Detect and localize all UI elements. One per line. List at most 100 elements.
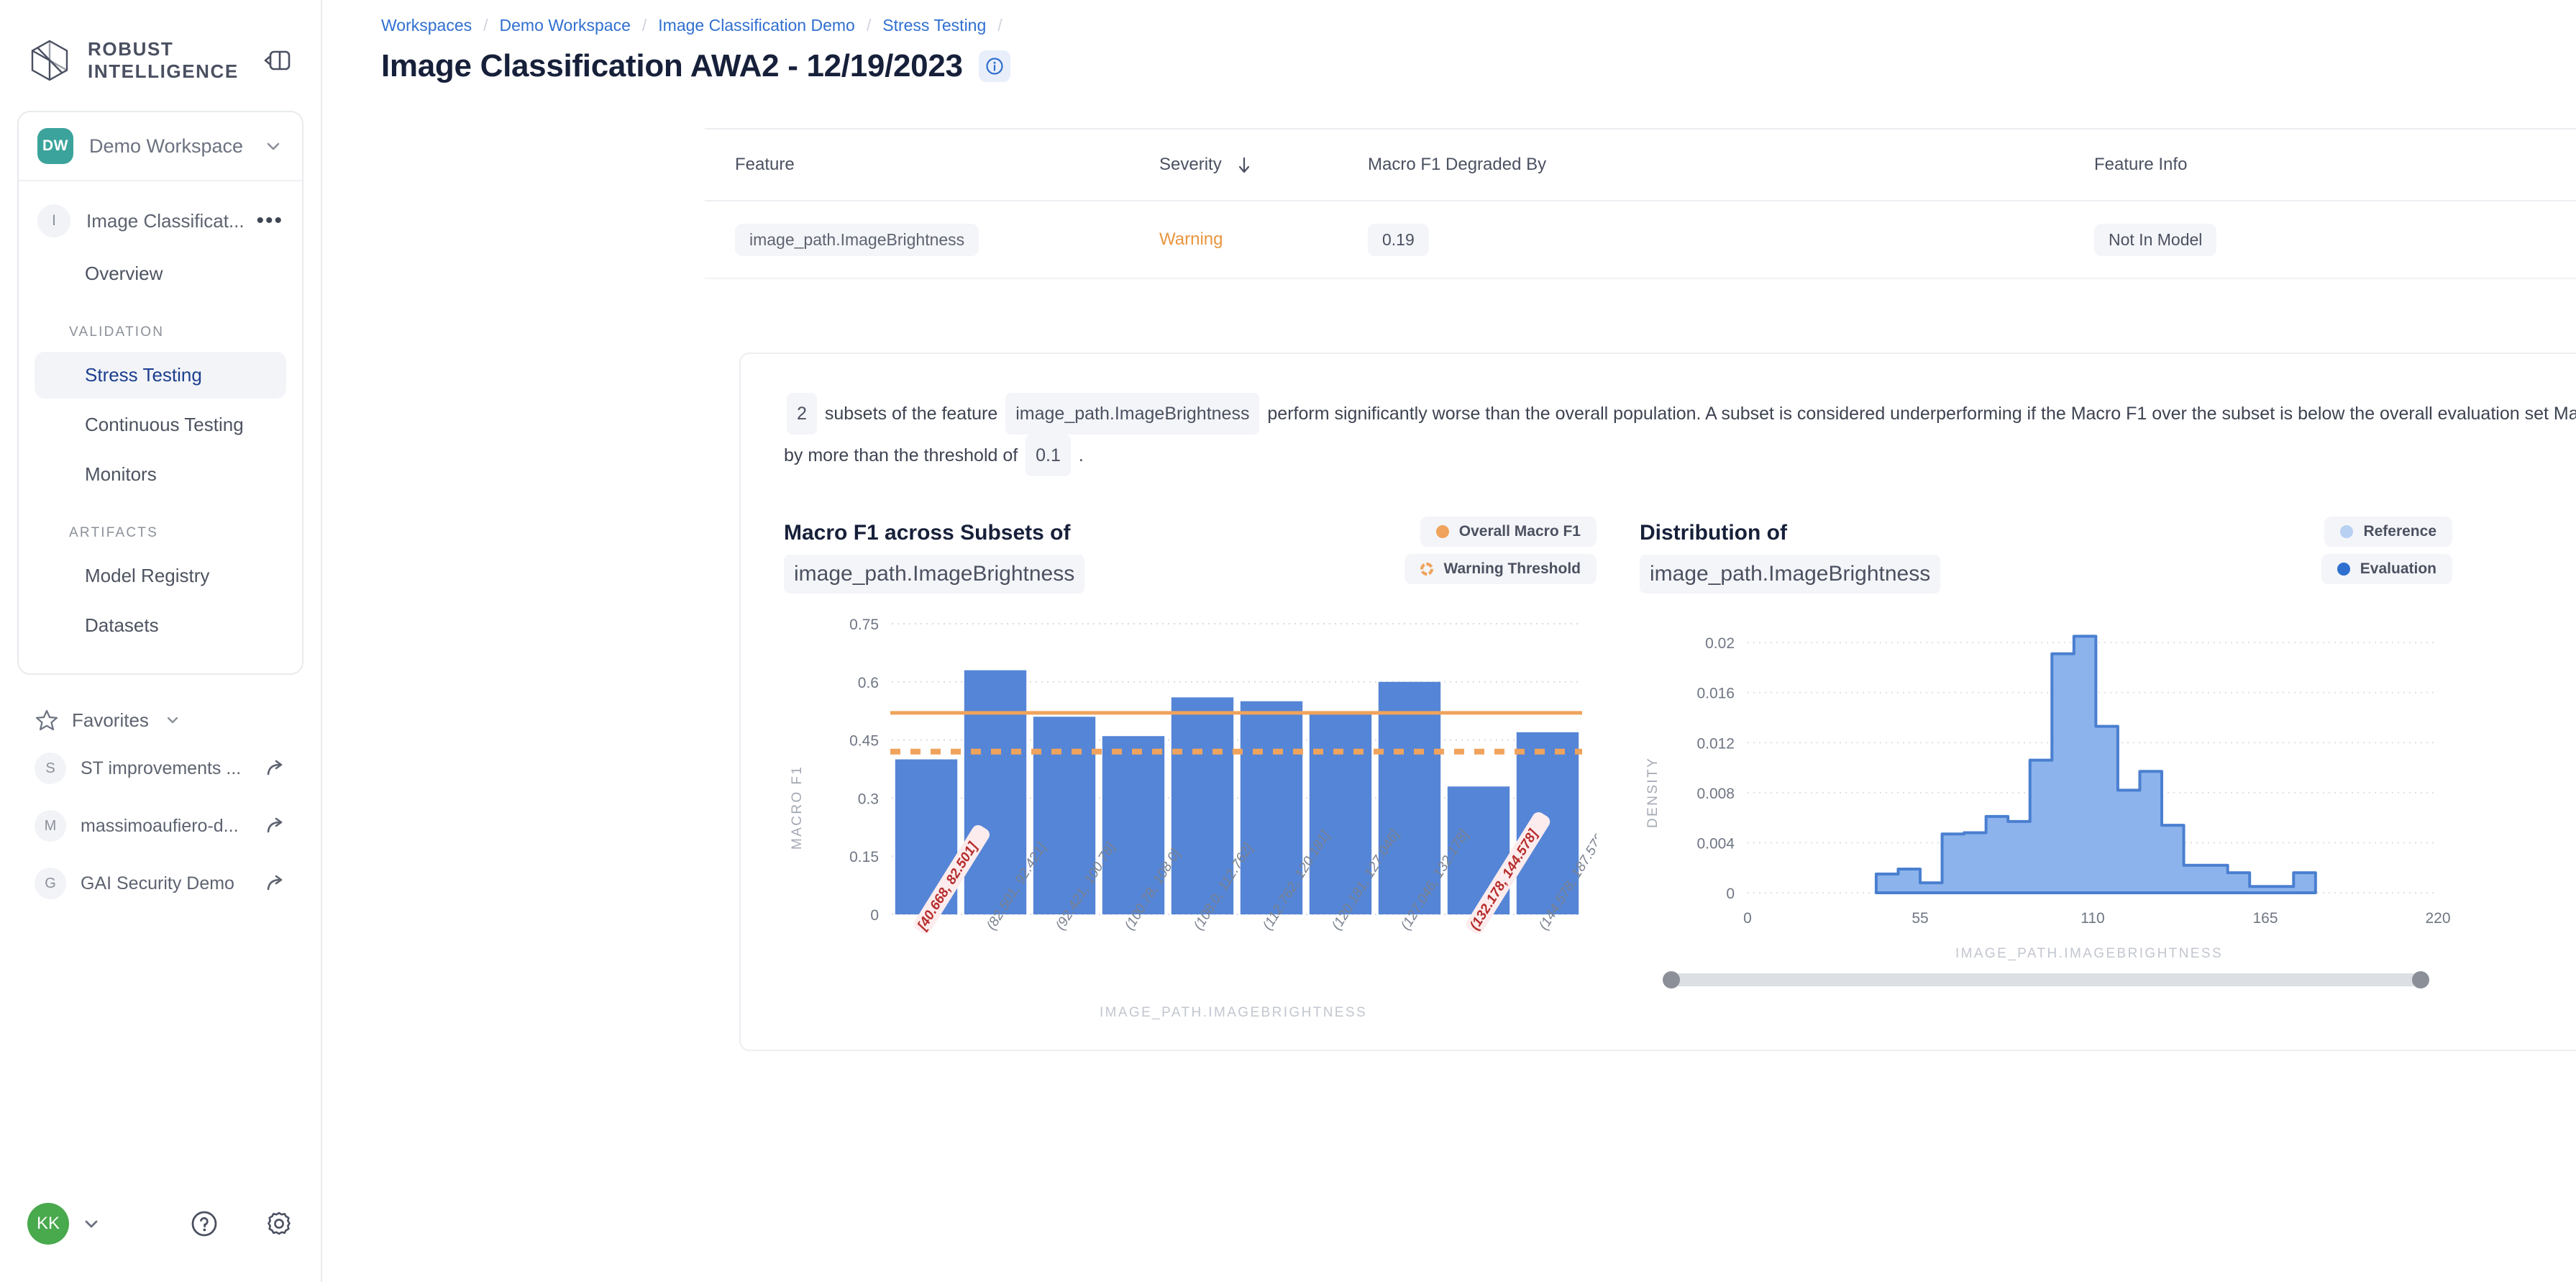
svg-text:0.45: 0.45	[849, 733, 879, 750]
favorite-item-massimoaufiero[interactable]: M massimoaufiero-d...	[17, 797, 303, 855]
workspace-selector[interactable]: DW Demo Workspace	[19, 112, 302, 180]
avatar: S	[35, 753, 66, 784]
favorites-label: Favorites	[72, 709, 149, 731]
svg-text:0.012: 0.012	[1696, 735, 1735, 752]
cell-severity: Warning	[1159, 229, 1368, 250]
project-row[interactable]: I Image Classificat... •••	[19, 194, 302, 247]
title-row: Image Classification AWA2 - 12/19/2023	[322, 35, 2576, 84]
workspace-name: Demo Workspace	[89, 135, 244, 157]
cell-feature-info: Not In Model	[2094, 223, 2576, 256]
legend-dot-icon	[1435, 525, 1449, 538]
sidebar-item-stress-testing[interactable]: Stress Testing	[35, 352, 286, 399]
svg-text:0: 0	[870, 907, 879, 924]
svg-text:0.008: 0.008	[1696, 786, 1735, 802]
column-header-feature-info[interactable]: Feature Info	[2094, 155, 2576, 175]
favorite-item-st-improvements[interactable]: S ST improvements ...	[17, 740, 303, 797]
legend-label: Warning Threshold	[1443, 560, 1581, 577]
legend-warning-threshold[interactable]: Warning Threshold	[1405, 554, 1597, 584]
sidebar-item-datasets[interactable]: Datasets	[35, 602, 286, 649]
table-row[interactable]: image_path.ImageBrightness Warning 0.19 …	[705, 201, 2576, 279]
sidebar-item-model-registry[interactable]: Model Registry	[35, 553, 286, 599]
column-header-macro-f1-degraded-by[interactable]: Macro F1 Degraded By	[1368, 155, 2094, 175]
favorites-header[interactable]: Favorites	[17, 701, 303, 740]
arrow-down-icon[interactable]	[1235, 154, 1253, 176]
ellipsis-icon[interactable]: •••	[256, 210, 283, 232]
desc-threshold: 0.1	[1026, 435, 1071, 476]
legend-label: Reference	[2363, 523, 2436, 540]
gear-icon[interactable]	[263, 1208, 295, 1240]
sidebar-footer: KK	[0, 1203, 322, 1282]
share-arrow-icon[interactable]	[265, 815, 286, 837]
favorites-block: Favorites S ST improvements ... M massim…	[17, 701, 303, 912]
bar-chart-x-axis-label: IMAGE_PATH.IMAGEBRIGHTNESS	[1099, 1005, 1368, 1020]
user-avatar[interactable]: KK	[27, 1203, 69, 1245]
legend-overall-macro-f1[interactable]: Overall Macro F1	[1420, 517, 1597, 547]
svg-text:0.016: 0.016	[1696, 686, 1735, 702]
avatar: G	[35, 868, 66, 899]
svg-text:0.15: 0.15	[849, 849, 879, 865]
sidebar-item-monitors[interactable]: Monitors	[35, 451, 286, 498]
main-content: Workspaces / Demo Workspace / Image Clas…	[322, 0, 2576, 1282]
cell-degraded-by: 0.19	[1368, 223, 2094, 256]
chevron-down-icon	[263, 136, 283, 156]
table-header: Feature Severity Macro F1 Degraded By Fe…	[705, 129, 2576, 201]
legend-reference[interactable]: Reference	[2324, 517, 2452, 547]
desc-text-2: perform significantly worse than the ove…	[1267, 404, 2576, 424]
histogram-legend: Reference Evaluation	[2321, 517, 2452, 584]
histogram-svg: 0 0.004 0.008 0.012 0.016 0.02 0 55 110 165 220	[1696, 635, 2451, 927]
bar-chart-plot: MACRO F1 0 0.15 0.3 0.45 0.6 0.75 [40.668, 82.…	[784, 612, 1597, 1021]
brand-line-1: ROBUST	[88, 37, 174, 60]
breadcrumb-workspaces[interactable]: Workspaces	[381, 16, 472, 35]
desc-text-4: .	[1078, 445, 1084, 465]
column-header-severity[interactable]: Severity	[1159, 154, 1368, 176]
histogram-header: Distribution of image_path.ImageBrightne…	[1640, 517, 2452, 594]
chevron-down-icon[interactable]	[81, 1213, 102, 1235]
breadcrumb-image-classification-demo[interactable]: Image Classification Demo	[658, 16, 855, 35]
legend-dot-icon	[2340, 525, 2354, 538]
project-avatar: I	[37, 204, 70, 237]
bar-chart-legend: Overall Macro F1 Warning Threshold	[1405, 517, 1597, 584]
favorite-label: massimoaufiero-d...	[81, 815, 239, 836]
breadcrumb-demo-workspace[interactable]: Demo Workspace	[500, 16, 631, 35]
slider-handle-left[interactable]	[1663, 971, 1680, 988]
legend-dot-icon	[2337, 563, 2350, 576]
sidebar-item-overview[interactable]: Overview	[35, 250, 286, 297]
subset-count: 2	[787, 393, 817, 435]
favorite-item-gai-security-demo[interactable]: G GAI Security Demo	[17, 855, 303, 912]
sidebar: ROBUST INTELLIGENCE DW Demo Workspace I …	[0, 0, 322, 1282]
help-circle-icon[interactable]	[188, 1208, 220, 1240]
legend-evaluation[interactable]: Evaluation	[2321, 554, 2452, 584]
histogram-title: Distribution of image_path.ImageBrightne…	[1640, 517, 1941, 594]
panel-collapse-icon[interactable]	[260, 43, 295, 78]
sidebar-item-continuous-testing[interactable]: Continuous Testing	[35, 401, 286, 448]
slider-handle-right[interactable]	[2412, 971, 2429, 988]
detail-card: 2 subsets of the feature image_path.Imag…	[739, 353, 2576, 1051]
bar-chart-title-text: Macro F1 across Subsets of	[784, 521, 1071, 545]
legend-label: Evaluation	[2360, 560, 2436, 577]
svg-text:110: 110	[2081, 910, 2104, 927]
histogram-plot: DENSITY 0 0.004 0.008 0.012 0.016 0.02 0 55 110 1…	[1640, 612, 2452, 988]
page-title: Image Classification AWA2 - 12/19/2023	[381, 48, 963, 83]
breadcrumb-stress-testing[interactable]: Stress Testing	[882, 16, 986, 35]
histogram-y-axis-label: DENSITY	[1645, 756, 1661, 828]
bar-chart-y-axis-label: MACRO F1	[790, 765, 805, 850]
legend-dashed-dot-icon	[1420, 563, 1434, 576]
histogram-title-tag: image_path.ImageBrightness	[1640, 554, 1941, 594]
svg-text:220: 220	[2425, 910, 2450, 927]
workspace-card: DW Demo Workspace I Image Classificat...…	[17, 111, 303, 675]
sidebar-section-artifacts: ARTIFACTS	[69, 525, 158, 540]
share-arrow-icon[interactable]	[265, 873, 286, 894]
svg-text:0.6: 0.6	[858, 675, 879, 691]
histogram-range-slider[interactable]	[1663, 971, 2429, 988]
share-arrow-icon[interactable]	[265, 758, 286, 779]
degraded-value: 0.19	[1368, 223, 1429, 256]
column-header-feature[interactable]: Feature	[735, 155, 1159, 175]
breadcrumb: Workspaces / Demo Workspace / Image Clas…	[322, 0, 2576, 35]
column-header-severity-label: Severity	[1159, 155, 1222, 174]
brand-line-2: INTELLIGENCE	[88, 60, 239, 82]
star-icon	[35, 708, 59, 732]
info-icon[interactable]	[978, 50, 1010, 82]
detail-description: 2 subsets of the feature image_path.Imag…	[784, 393, 2576, 476]
bar-chart-svg: 00.150.30.450.60.75[40.668, 82.501] (82.5…	[849, 617, 1597, 934]
legend-label: Overall Macro F1	[1458, 523, 1581, 540]
